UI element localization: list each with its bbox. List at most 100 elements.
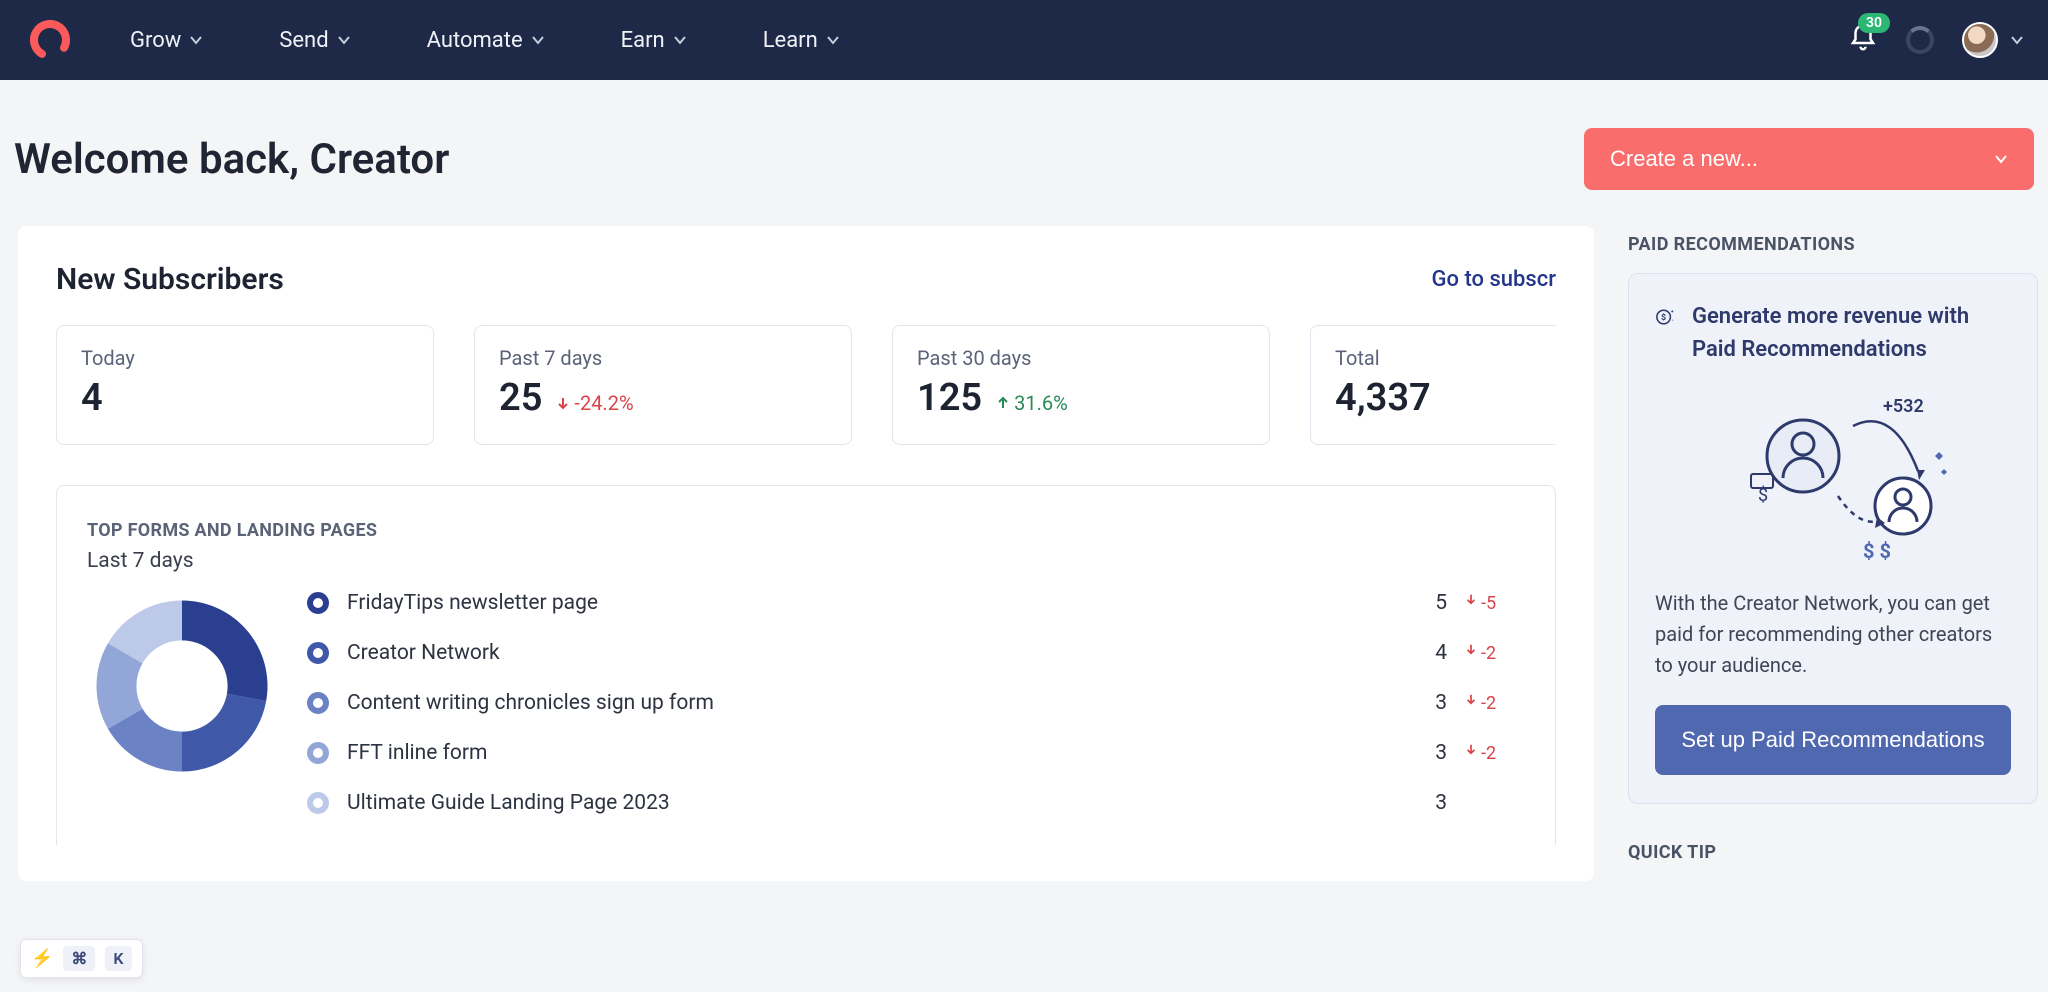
nav-automate[interactable]: Automate	[427, 28, 545, 53]
form-row[interactable]: FridayTips newsletter page 5 -5	[307, 591, 1525, 615]
stat-label: Past 30 days	[917, 346, 1245, 370]
form-count: 3	[1317, 741, 1447, 765]
form-delta: -2	[1465, 693, 1525, 714]
dollar-sparkle-icon: $	[1655, 300, 1676, 334]
nav-grow[interactable]: Grow	[130, 28, 203, 53]
delta-text: -24.2%	[574, 391, 633, 415]
svg-text:+532: +532	[1883, 396, 1924, 417]
nav-label: Learn	[763, 28, 818, 53]
stat-delta: -24.2%	[556, 391, 633, 415]
stat-delta: 31.6%	[996, 391, 1068, 415]
stats-row: Today 4 Past 7 days 25 -24.2% Past 30 da…	[56, 325, 1556, 445]
legend-dot	[307, 742, 329, 764]
form-name: Content writing chronicles sign up form	[347, 691, 1299, 715]
account-menu[interactable]	[1962, 22, 2024, 58]
paid-recommendations-title: PAID RECOMMENDATIONS	[1628, 234, 2038, 255]
stat-total[interactable]: Total 4,337	[1310, 325, 1556, 445]
delta-text: 31.6%	[1014, 391, 1068, 415]
legend-dot	[307, 792, 329, 814]
paid-recommendations-card: $ Generate more revenue with Paid Recomm…	[1628, 273, 2038, 804]
setup-paid-recommendations-button[interactable]: Set up Paid Recommendations	[1655, 705, 2011, 775]
form-name: Creator Network	[347, 641, 1299, 665]
form-count: 3	[1317, 691, 1447, 715]
form-row[interactable]: Creator Network 4 -2	[307, 641, 1525, 665]
sidebar: PAID RECOMMENDATIONS $ Generate more rev…	[1628, 226, 2038, 881]
top-forms-title: TOP FORMS AND LANDING PAGES	[87, 520, 1525, 541]
top-forms-card: TOP FORMS AND LANDING PAGES Last 7 days …	[56, 485, 1556, 845]
promo-description: With the Creator Network, you can get pa…	[1655, 588, 2011, 681]
stat-7days[interactable]: Past 7 days 25 -24.2%	[474, 325, 852, 445]
page-header: Welcome back, Creator Create a new...	[0, 80, 2048, 226]
section-header: New Subscribers Go to subscr	[56, 262, 1556, 297]
nav-earn[interactable]: Earn	[621, 28, 687, 53]
form-row[interactable]: Content writing chronicles sign up form 3…	[307, 691, 1525, 715]
nav-label: Send	[279, 28, 328, 53]
arrow-up-icon	[996, 396, 1010, 410]
stat-value: 4	[81, 376, 103, 420]
nav-label: Automate	[427, 28, 523, 53]
form-name: FFT inline form	[347, 741, 1299, 765]
arrow-down-icon	[1465, 693, 1477, 705]
form-delta: -2	[1465, 743, 1525, 764]
stat-label: Total	[1335, 346, 1556, 370]
chevron-down-icon	[673, 33, 687, 47]
svg-text:$ $: $ $	[1863, 539, 1891, 563]
top-nav: Grow Send Automate Earn Learn 30	[0, 0, 2048, 80]
form-row[interactable]: FFT inline form 3 -2	[307, 741, 1525, 765]
stat-value: 25	[499, 376, 542, 420]
form-delta: -2	[1465, 643, 1525, 664]
go-to-subscribers-link[interactable]: Go to subscr	[1432, 267, 1556, 292]
form-row[interactable]: Ultimate Guide Landing Page 20233	[307, 791, 1525, 815]
content-panel: New Subscribers Go to subscr Today 4 Pas…	[18, 226, 1594, 881]
arrow-down-icon	[556, 396, 570, 410]
arrow-down-icon	[1465, 643, 1477, 655]
nav-right: 30	[1848, 22, 2024, 58]
form-count: 3	[1317, 791, 1447, 815]
nav-learn[interactable]: Learn	[763, 28, 840, 53]
donut-slice	[182, 601, 268, 701]
chevron-down-icon	[826, 33, 840, 47]
bolt-icon: ⚡	[31, 948, 53, 969]
stat-30days[interactable]: Past 30 days 125 31.6%	[892, 325, 1270, 445]
nav-items: Grow Send Automate Earn Learn	[130, 28, 840, 53]
stat-value: 4,337	[1335, 376, 1431, 420]
notifications-button[interactable]: 30	[1848, 23, 1878, 57]
nav-label: Grow	[130, 28, 181, 53]
legend-dot	[307, 692, 329, 714]
form-count: 4	[1317, 641, 1447, 665]
legend-dot	[307, 642, 329, 664]
logo-icon[interactable]	[30, 20, 70, 60]
top-forms-subtitle: Last 7 days	[87, 549, 1525, 573]
cmd-key: ⌘	[63, 946, 95, 971]
loading-spinner-icon	[1906, 26, 1934, 54]
arrow-down-icon	[1465, 593, 1477, 605]
donut-chart	[87, 591, 277, 781]
chevron-down-icon	[1994, 152, 2008, 166]
form-count: 5	[1317, 591, 1447, 615]
chevron-down-icon	[531, 33, 545, 47]
legend-dot	[307, 592, 329, 614]
donut-slice	[182, 694, 266, 772]
stat-value: 125	[917, 376, 982, 420]
quick-tip-title: QUICK TIP	[1628, 842, 2038, 863]
command-bar[interactable]: ⚡ ⌘ K	[20, 939, 143, 978]
nav-label: Earn	[621, 28, 665, 53]
promo-illustration: +532 $ $ $	[1703, 386, 1963, 566]
notification-badge: 30	[1858, 13, 1890, 33]
chevron-down-icon	[2010, 33, 2024, 47]
stat-today[interactable]: Today 4	[56, 325, 434, 445]
arrow-down-icon	[1465, 743, 1477, 755]
section-title: New Subscribers	[56, 262, 284, 297]
svg-text:$: $	[1661, 312, 1666, 323]
main: New Subscribers Go to subscr Today 4 Pas…	[0, 226, 2048, 881]
promo-heading: Generate more revenue with Paid Recommen…	[1692, 300, 2011, 366]
form-delta: -5	[1465, 593, 1525, 614]
chevron-down-icon	[337, 33, 351, 47]
create-new-button[interactable]: Create a new...	[1584, 128, 2034, 190]
nav-send[interactable]: Send	[279, 28, 350, 53]
k-key: K	[105, 946, 131, 971]
avatar	[1962, 22, 1998, 58]
form-name: FridayTips newsletter page	[347, 591, 1299, 615]
stat-label: Past 7 days	[499, 346, 827, 370]
create-label: Create a new...	[1610, 146, 1758, 172]
